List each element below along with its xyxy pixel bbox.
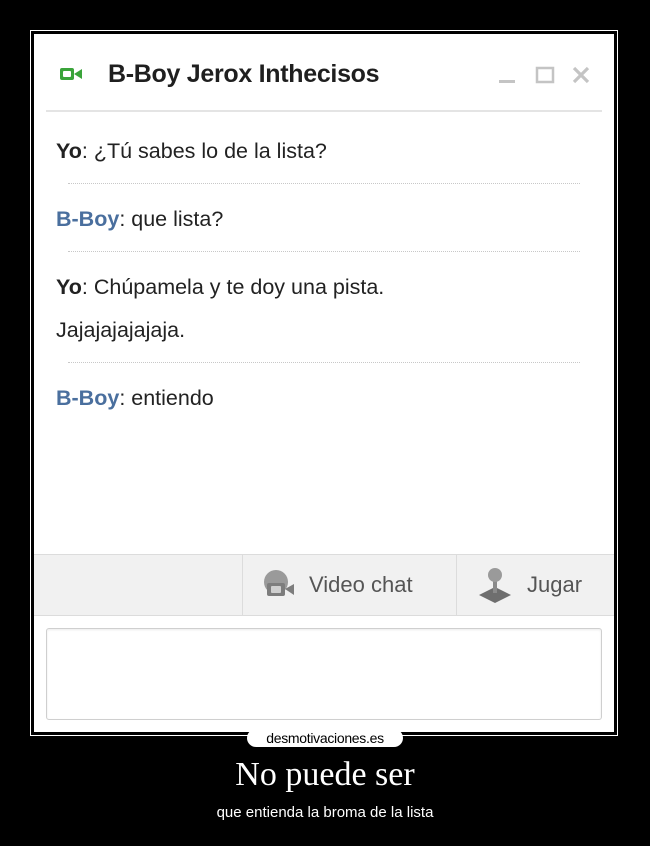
message-item: Yo: Chúpamela y te doy una pista. Jajaja…: [56, 266, 592, 352]
chat-toolbar: Video chat Jugar: [34, 554, 614, 616]
watermark-label: desmotivaciones.es: [247, 729, 403, 747]
game-button[interactable]: Jugar: [456, 555, 614, 615]
message-item: B-Boy: que lista?: [56, 198, 592, 241]
message-input[interactable]: [46, 628, 602, 720]
close-icon[interactable]: [570, 64, 592, 86]
message-item: Yo: ¿Tú sabes lo de la lista?: [56, 130, 592, 173]
video-camera-icon: [60, 68, 82, 80]
message-divider: [68, 183, 580, 184]
message-text-continuation: Jajajajajajaja.: [56, 318, 186, 342]
poster-title: No puede ser: [235, 756, 415, 793]
message-text: : ¿Tú sabes lo de la lista?: [81, 139, 327, 163]
message-divider: [68, 251, 580, 252]
video-chat-label: Video chat: [309, 572, 413, 597]
joystick-icon: [479, 568, 511, 603]
video-chat-icon: [264, 570, 294, 596]
minimize-icon[interactable]: [496, 64, 518, 86]
chat-titlebar: B-Boy Jerox Inthecisos: [46, 34, 602, 112]
message-speaker[interactable]: B-Boy: [56, 386, 119, 410]
message-speaker: Yo: [56, 139, 82, 163]
chat-title: B-Boy Jerox Inthecisos: [108, 60, 380, 88]
message-text: : que lista?: [119, 207, 224, 231]
video-chat-button[interactable]: Video chat: [242, 555, 457, 615]
message-speaker: Yo: [56, 275, 82, 299]
message-divider: [68, 362, 580, 363]
message-list: Yo: ¿Tú sabes lo de la lista? B-Boy: que…: [56, 130, 592, 420]
maximize-icon[interactable]: [534, 64, 556, 86]
message-speaker[interactable]: B-Boy: [56, 207, 119, 231]
message-item: B-Boy: entiendo: [56, 377, 592, 420]
poster-subtitle: que entienda la broma de la lista: [216, 804, 434, 821]
message-text: : Chúpamela y te doy una pista.: [81, 275, 385, 299]
message-text: : entiendo: [119, 386, 214, 410]
game-label: Jugar: [527, 572, 583, 597]
chat-window: B-Boy Jerox Inthecisos Yo: ¿Tú sabes lo …: [34, 34, 614, 732]
